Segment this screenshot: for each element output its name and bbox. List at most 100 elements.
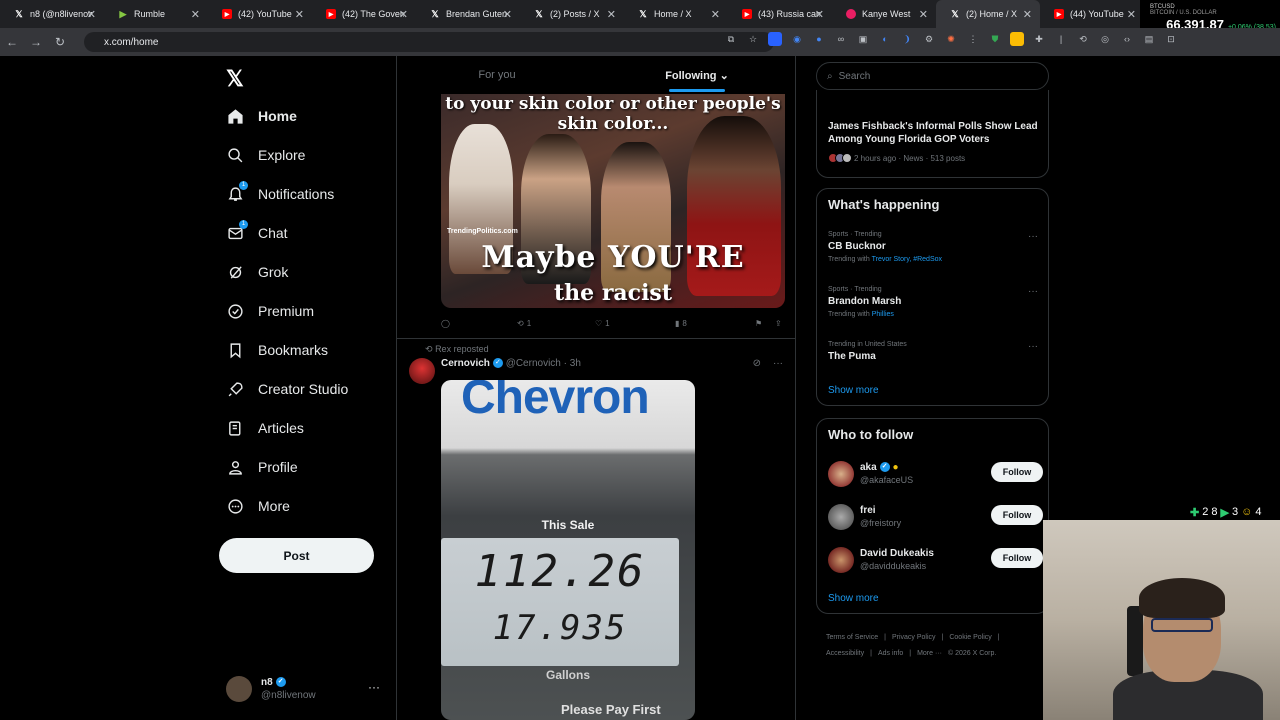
close-tab-icon[interactable]: ✕: [87, 8, 96, 21]
follow-button[interactable]: Follow: [991, 505, 1043, 525]
tweet-time[interactable]: 3h: [570, 358, 581, 369]
nav-item-profile[interactable]: Profile: [226, 452, 298, 482]
browser-tab[interactable]: ▶ (42) The Govern ✕: [312, 0, 416, 28]
x-logo-icon[interactable]: 𝕏: [226, 66, 244, 92]
star-bookmark-icon[interactable]: ☆: [746, 32, 760, 46]
tweet-media-image[interactable]: to your skin color or other people's ski…: [441, 94, 785, 308]
footer-link[interactable]: Cookie Policy: [949, 634, 991, 641]
cast-icon[interactable]: ⧉: [724, 32, 738, 46]
tweet-author-name[interactable]: Cernovich: [441, 358, 490, 369]
extension-icon[interactable]: ✺: [944, 32, 958, 46]
post-button[interactable]: Post: [219, 538, 374, 573]
bookmark-button[interactable]: ⚑: [755, 319, 775, 328]
footer-link[interactable]: More ···: [917, 650, 942, 657]
trend-item[interactable]: Sports · Trending Brandon Marsh Trending…: [828, 286, 1038, 318]
follow-suggestion[interactable]: frei @freistory Follow: [828, 502, 1043, 534]
browser-tab[interactable]: ▶ (44) YouTube ✕: [1040, 0, 1144, 28]
nav-item-more[interactable]: More: [226, 491, 290, 521]
nav-item-notifications[interactable]: 1 Notifications: [226, 179, 334, 209]
puzzle-icon[interactable]: ✚: [1032, 32, 1046, 46]
chrome-extension-icon[interactable]: ◉: [790, 32, 804, 46]
browser-tab-active[interactable]: 𝕏 (2) Home / X ✕: [936, 0, 1040, 28]
reload-icon[interactable]: ↻: [48, 35, 72, 49]
more-dots-icon[interactable]: ···: [1028, 231, 1038, 242]
browser-tab[interactable]: 𝕏n8 (@n8livenow ✕: [0, 0, 104, 28]
more-dots-icon[interactable]: ···: [368, 680, 380, 694]
browser-tab[interactable]: ▶ (42) YouTube ✕: [208, 0, 312, 28]
more-dots-icon[interactable]: ···: [773, 358, 783, 369]
tweet-author-handle[interactable]: @Cernovich: [506, 358, 561, 369]
nav-item-chat[interactable]: 1 Chat: [226, 218, 288, 248]
browser-tab[interactable]: 𝕏 Home / X ✕: [624, 0, 728, 28]
tweet-media-image[interactable]: Chevron This Sale 112.26 17.935 Gallons …: [441, 380, 695, 720]
close-tab-icon[interactable]: ✕: [815, 8, 824, 21]
close-tab-icon[interactable]: ✕: [919, 8, 928, 21]
grok-icon[interactable]: ⊘: [753, 358, 761, 369]
extension-icon[interactable]: [768, 32, 782, 46]
extension-icon[interactable]: ∞: [834, 32, 848, 46]
close-tab-icon[interactable]: ✕: [503, 8, 512, 21]
nav-item-bookmarks[interactable]: Bookmarks: [226, 335, 328, 365]
avatar[interactable]: [828, 547, 854, 573]
tab-for-you[interactable]: For you: [397, 56, 597, 94]
news-card[interactable]: James Fishback's Informal Polls Show Lea…: [816, 90, 1049, 178]
code-icon[interactable]: ‹›: [1120, 32, 1134, 46]
extension-icon[interactable]: [1010, 32, 1024, 46]
browser-tab[interactable]: Kanye West ✕: [832, 0, 936, 28]
trend-links[interactable]: Phillies: [872, 311, 894, 318]
trend-item[interactable]: Trending in United States The Puma ···: [828, 341, 1038, 362]
footer-link[interactable]: Ads info: [878, 650, 903, 657]
browser-tab[interactable]: 𝕏 Brendan Guten ✕: [416, 0, 520, 28]
browser-tab[interactable]: ▶ Rumble ✕: [104, 0, 208, 28]
browser-tab[interactable]: 𝕏 (2) Posts / X ✕: [520, 0, 624, 28]
forward-arrow-icon[interactable]: →: [24, 35, 48, 49]
views-button[interactable]: ▮ 8: [675, 319, 755, 328]
nav-item-articles[interactable]: Articles: [226, 413, 304, 443]
avatar[interactable]: [409, 358, 435, 384]
more-dots-icon[interactable]: ···: [1028, 286, 1038, 297]
tab-following[interactable]: Following ⌄: [597, 56, 795, 94]
follow-suggestion[interactable]: David Dukeakis @daviddukeakis Follow: [828, 545, 1043, 577]
close-tab-icon[interactable]: ✕: [1023, 8, 1032, 21]
share-button[interactable]: ⇪: [775, 319, 782, 328]
trend-item[interactable]: Sports · Trending CB Bucknor Trending wi…: [828, 231, 1038, 263]
close-tab-icon[interactable]: ✕: [607, 8, 616, 21]
close-tab-icon[interactable]: ✕: [399, 8, 408, 21]
follow-suggestion[interactable]: aka ✓ ● @akafaceUS Follow: [828, 459, 1043, 491]
avatar[interactable]: [828, 461, 854, 487]
url-field[interactable]: x.com/home: [84, 32, 774, 52]
extension-icon[interactable]: ⋮: [966, 32, 980, 46]
shield-icon[interactable]: ⛊: [988, 32, 1002, 46]
news-title[interactable]: James Fishback's Informal Polls Show Lea…: [828, 120, 1043, 146]
history-icon[interactable]: ⟲: [1076, 32, 1090, 46]
extension-icon[interactable]: ◐: [878, 32, 892, 46]
like-button[interactable]: ♡ 1: [595, 319, 675, 328]
retweet-button[interactable]: ⟲ 1: [517, 319, 595, 328]
footer-link[interactable]: Terms of Service: [826, 634, 878, 641]
nav-item-creator-studio[interactable]: Creator Studio: [226, 374, 348, 404]
zoom-icon[interactable]: ⊡: [1164, 32, 1178, 46]
nav-item-home[interactable]: Home: [226, 101, 297, 131]
follow-button[interactable]: Follow: [991, 548, 1043, 568]
more-dots-icon[interactable]: ···: [1028, 341, 1038, 352]
account-switcher[interactable]: n8 ✓ @n8livenow ···: [226, 676, 386, 706]
show-more-link[interactable]: Show more: [828, 385, 879, 396]
nav-item-grok[interactable]: Grok: [226, 257, 288, 287]
avatar[interactable]: [828, 504, 854, 530]
follow-button[interactable]: Follow: [991, 462, 1043, 482]
footer-link[interactable]: Privacy Policy: [892, 634, 936, 641]
trend-links[interactable]: Trevor Story, #RedSox: [872, 256, 942, 263]
search-input[interactable]: ⌕ Search: [816, 62, 1049, 90]
back-arrow-icon[interactable]: ←: [0, 35, 24, 49]
browser-tab[interactable]: ▶ (43) Russia can ✕: [728, 0, 832, 28]
close-tab-icon[interactable]: ✕: [295, 8, 304, 21]
close-tab-icon[interactable]: ✕: [1127, 8, 1136, 21]
close-tab-icon[interactable]: ✕: [191, 8, 200, 21]
show-more-link[interactable]: Show more: [828, 593, 879, 604]
nav-item-premium[interactable]: Premium: [226, 296, 314, 326]
extension-icon[interactable]: ▣: [856, 32, 870, 46]
close-tab-icon[interactable]: ✕: [711, 8, 720, 21]
footer-link[interactable]: Accessibility: [826, 650, 864, 657]
nav-item-explore[interactable]: Explore: [226, 140, 305, 170]
extension-icon[interactable]: ●: [812, 32, 826, 46]
